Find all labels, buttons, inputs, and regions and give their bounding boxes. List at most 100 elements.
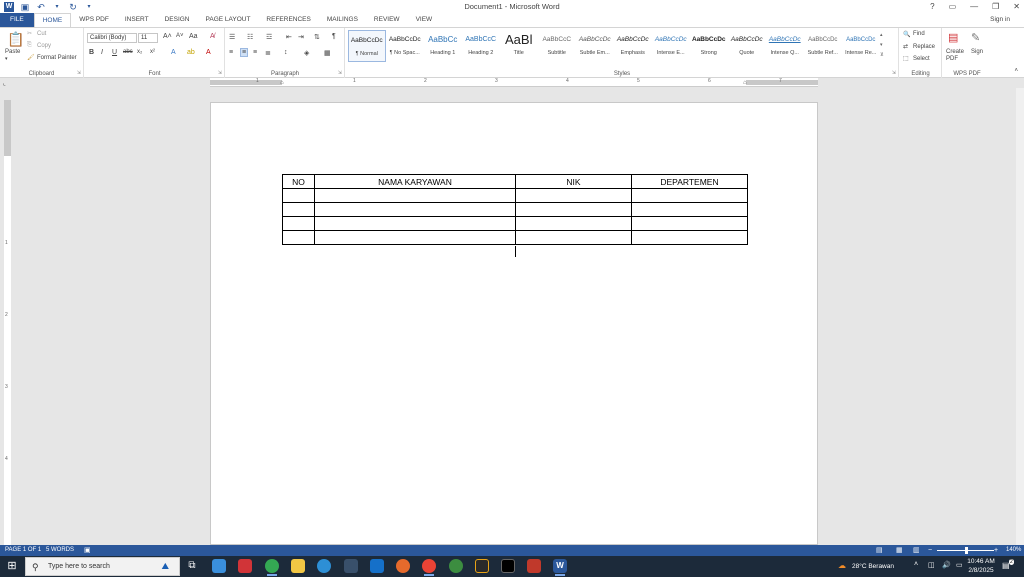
- paste-icon[interactable]: 📋: [7, 31, 24, 48]
- style-normal[interactable]: AaBbCcDc ¶ Normal: [348, 30, 386, 62]
- table-cell[interactable]: [282, 188, 315, 203]
- table-cell[interactable]: [515, 188, 632, 203]
- redo-icon[interactable]: ↻: [68, 2, 78, 12]
- style-subtle-emphasis[interactable]: AaBbCcDc Subtle Em...: [576, 30, 614, 62]
- styles-launcher-icon[interactable]: ⇲: [892, 70, 896, 76]
- create-pdf-icon[interactable]: ▤: [948, 31, 958, 44]
- format-painter-icon[interactable]: 🖌: [27, 54, 35, 61]
- table-cell[interactable]: [282, 202, 315, 217]
- weather-text[interactable]: 28°C Berawan: [852, 563, 894, 570]
- minimize-button[interactable]: —: [970, 0, 978, 13]
- superscript-icon[interactable]: x²: [150, 49, 155, 55]
- bullets-icon[interactable]: ☰: [229, 33, 235, 41]
- align-left-icon[interactable]: ≡: [229, 49, 233, 56]
- tab-mailings[interactable]: MAILINGS: [319, 13, 366, 27]
- table-cell[interactable]: [631, 216, 748, 231]
- replace-button[interactable]: Replace: [913, 44, 935, 50]
- read-mode-icon[interactable]: ▤: [876, 545, 883, 556]
- sign-in-link[interactable]: Sign in: [990, 13, 1010, 27]
- customize-qat-icon[interactable]: ▾: [84, 2, 94, 12]
- taskbar-search[interactable]: ⚲ Type here to search ⛰: [25, 557, 180, 576]
- app-copilot-icon[interactable]: [212, 559, 226, 573]
- style-strong[interactable]: AaBbCcDc Strong: [690, 30, 728, 62]
- document-page[interactable]: NO NAMA KARYAWAN NIK DEPARTEMEN: [210, 102, 818, 545]
- battery-icon[interactable]: ▭: [956, 561, 963, 569]
- select-icon[interactable]: ⬚: [903, 55, 909, 62]
- style-intense-reference[interactable]: AaBbCcDc Intense Re...: [842, 30, 880, 62]
- font-size-select[interactable]: 11: [138, 33, 158, 43]
- style-intense-quote[interactable]: AaBbCcDc Intense Q...: [766, 30, 804, 62]
- clipboard-launcher-icon[interactable]: ⇲: [77, 70, 81, 76]
- subscript-icon[interactable]: x₂: [137, 49, 142, 55]
- app-edge-icon[interactable]: [317, 559, 331, 573]
- copy-button[interactable]: Copy: [37, 43, 51, 49]
- style-no-spacing[interactable]: AaBbCcDc ¶ No Spac...: [386, 30, 424, 62]
- app-file-explorer-icon[interactable]: [291, 559, 305, 573]
- increase-indent-icon[interactable]: ⇥: [298, 33, 304, 41]
- undo-icon[interactable]: ↶: [36, 2, 46, 12]
- borders-icon[interactable]: ▦: [324, 49, 331, 57]
- style-heading-2[interactable]: AaBbCcC Heading 2: [462, 30, 500, 62]
- create-pdf-button[interactable]: Create PDF: [946, 49, 968, 63]
- tab-page-layout[interactable]: PAGE LAYOUT: [198, 13, 259, 27]
- tab-design[interactable]: DESIGN: [157, 13, 198, 27]
- font-color-icon[interactable]: A: [206, 49, 211, 56]
- task-view-icon[interactable]: ⧉: [185, 559, 199, 573]
- table-cell[interactable]: [631, 188, 748, 203]
- replace-icon[interactable]: ⇄: [903, 43, 908, 50]
- app-store-icon[interactable]: [344, 559, 358, 573]
- indent-marker-icon[interactable]: ⌂: [280, 80, 284, 86]
- line-spacing-icon[interactable]: ↕: [284, 49, 288, 56]
- volume-icon[interactable]: 🔊: [942, 561, 951, 569]
- numbering-icon[interactable]: ☷: [247, 33, 253, 41]
- clock-time[interactable]: 10:46 AM: [966, 558, 996, 565]
- zoom-slider-thumb[interactable]: [965, 547, 968, 554]
- text-effects-icon[interactable]: A: [171, 49, 176, 56]
- table-cell[interactable]: [314, 202, 516, 217]
- undo-dropdown-icon[interactable]: ▾: [52, 2, 62, 12]
- proofing-icon[interactable]: ▣: [84, 545, 91, 556]
- paragraph-launcher-icon[interactable]: ⇲: [338, 70, 342, 76]
- show-hidden-icons-icon[interactable]: ˄: [914, 561, 918, 568]
- table-cell[interactable]: [282, 230, 315, 245]
- style-subtitle[interactable]: AaBbCcC Subtitle: [538, 30, 576, 62]
- employee-table[interactable]: NO NAMA KARYAWAN NIK DEPARTEMEN: [282, 174, 748, 245]
- sign-button[interactable]: Sign: [971, 49, 983, 55]
- font-name-select[interactable]: Calibri (Body): [87, 33, 137, 43]
- cut-button[interactable]: Cut: [37, 31, 46, 37]
- header-no[interactable]: NO: [282, 174, 315, 189]
- tab-review[interactable]: REVIEW: [366, 13, 408, 27]
- format-painter-button[interactable]: Format Painter: [37, 55, 77, 61]
- start-windows-icon[interactable]: ⊞: [0, 556, 24, 577]
- style-intense-emphasis[interactable]: AaBbCcDc Intense E...: [652, 30, 690, 62]
- table-cell[interactable]: [631, 202, 748, 217]
- zoom-in-icon[interactable]: +: [994, 545, 998, 556]
- header-nik[interactable]: NIK: [515, 174, 632, 189]
- table-cell[interactable]: [515, 202, 632, 217]
- zoom-out-icon[interactable]: −: [928, 545, 932, 556]
- app-outlook-icon[interactable]: [370, 559, 384, 573]
- page-count[interactable]: PAGE 1 OF 1: [5, 545, 41, 556]
- app-word-icon[interactable]: W: [553, 559, 567, 576]
- tab-insert[interactable]: INSERT: [117, 13, 157, 27]
- tab-home[interactable]: HOME: [33, 13, 72, 27]
- style-title[interactable]: AaBl Title: [500, 30, 538, 62]
- find-button[interactable]: Find: [913, 31, 925, 37]
- decrease-indent-icon[interactable]: ⇤: [286, 33, 292, 41]
- header-nama-karyawan[interactable]: NAMA KARYAWAN: [314, 174, 516, 189]
- find-icon[interactable]: 🔍: [903, 31, 910, 38]
- tab-wps-pdf[interactable]: WPS PDF: [71, 13, 117, 27]
- table-cell[interactable]: [282, 216, 315, 231]
- right-indent-marker-icon[interactable]: ⌂: [743, 80, 747, 86]
- help-button[interactable]: ?: [930, 0, 934, 13]
- style-emphasis[interactable]: AaBbCcDc Emphasis: [614, 30, 652, 62]
- vertical-ruler[interactable]: 1 2 3 4: [4, 100, 11, 545]
- shading-icon[interactable]: ◈: [304, 49, 309, 57]
- style-quote[interactable]: AaBbCcDc Quote: [728, 30, 766, 62]
- italic-icon[interactable]: I: [101, 49, 103, 56]
- network-icon[interactable]: ◫: [928, 561, 935, 569]
- justify-icon[interactable]: ≣: [265, 49, 271, 57]
- tab-selector-icon[interactable]: ⌞: [3, 80, 6, 87]
- shrink-font-icon[interactable]: A˅: [176, 33, 184, 39]
- print-layout-icon[interactable]: ▦: [896, 545, 903, 556]
